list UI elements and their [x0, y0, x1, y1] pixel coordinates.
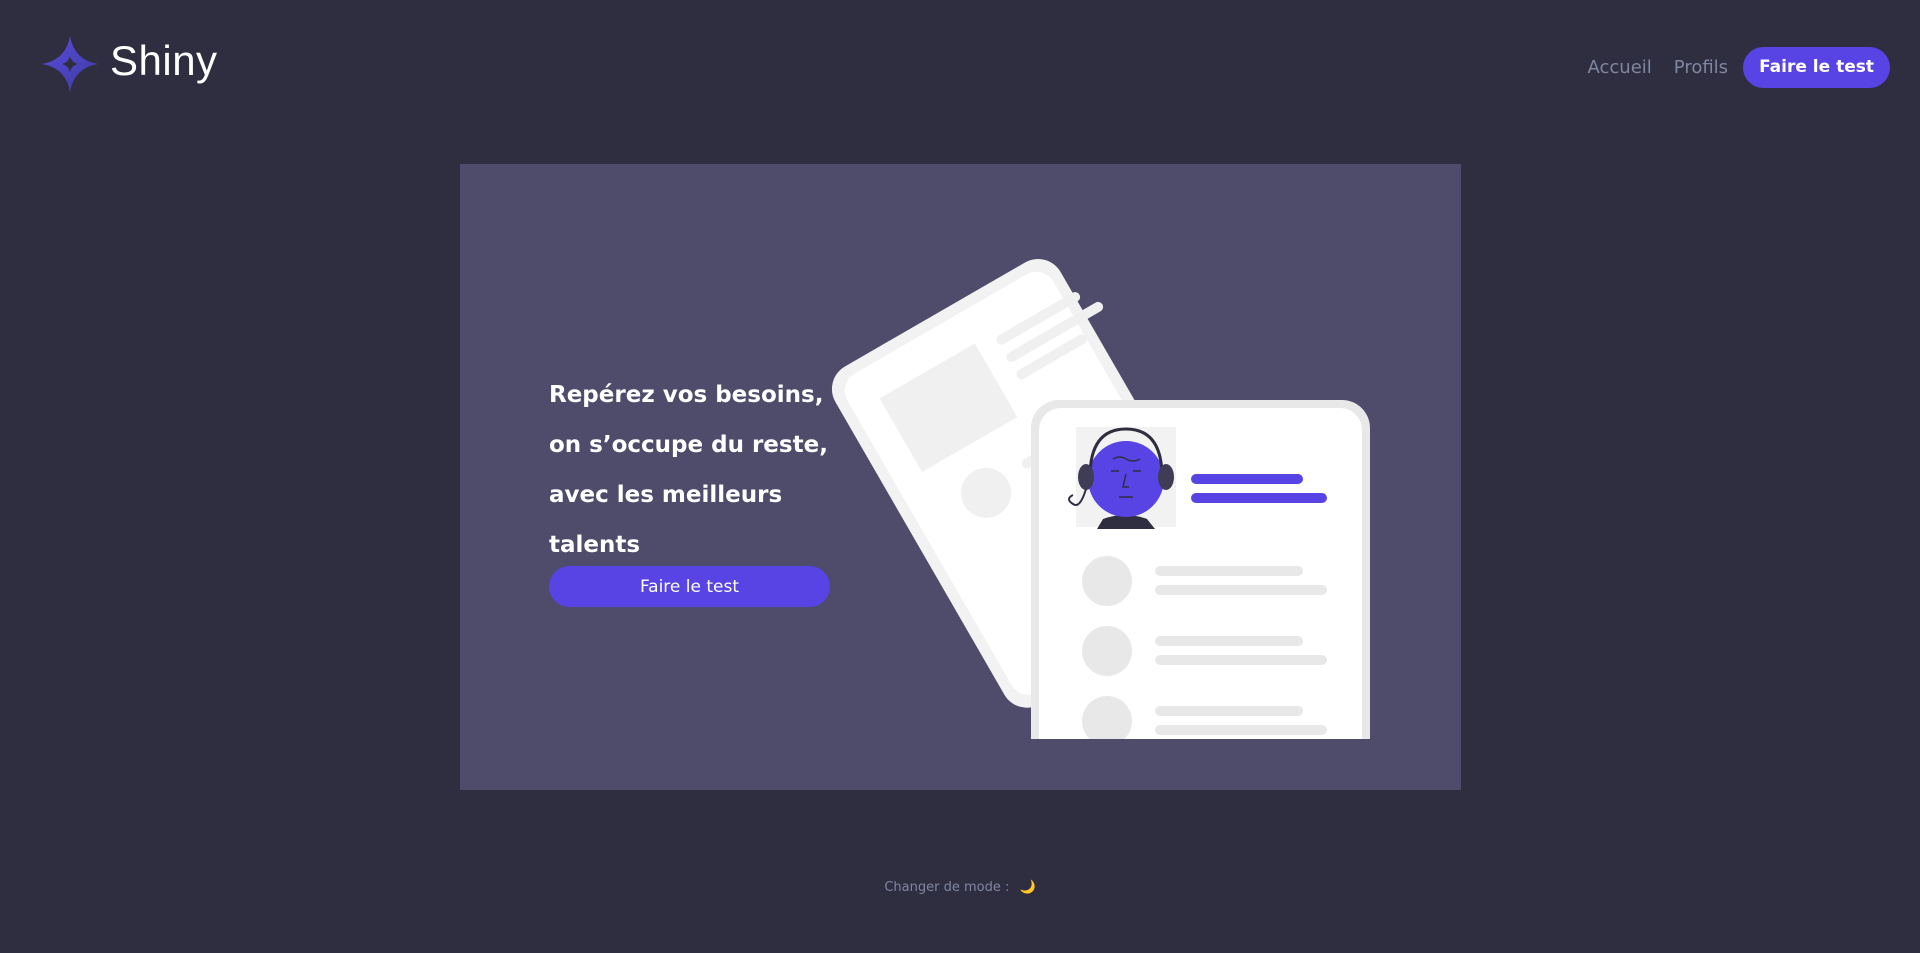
logo-link[interactable]: Shiny	[40, 34, 218, 94]
footer: Changer de mode : 🌙	[0, 880, 1920, 895]
front-profile-card	[1031, 400, 1370, 739]
nav-test-button[interactable]: Faire le test	[1743, 47, 1890, 88]
nav-link-home[interactable]: Accueil	[1588, 47, 1652, 88]
hero-test-button[interactable]: Faire le test	[549, 566, 830, 607]
four-point-star-icon	[42, 36, 98, 92]
brand-name: Shiny	[110, 37, 218, 84]
theme-toggle-label: Changer de mode :	[884, 880, 1010, 895]
theme-toggle[interactable]: Changer de mode : 🌙	[884, 880, 1035, 895]
header: Shiny Accueil Profils Faire le test	[0, 0, 1920, 130]
hero-section: Repérez vos besoins, on s’occupe du rest…	[460, 164, 1461, 790]
profile-cards-illustration	[831, 258, 1370, 739]
nav-link-profiles[interactable]: Profils	[1674, 47, 1728, 88]
moon-icon: 🌙	[1019, 880, 1036, 895]
main-nav: Accueil Profils Faire le test	[1566, 47, 1890, 88]
hero-title: Repérez vos besoins, on s’occupe du rest…	[549, 382, 828, 558]
